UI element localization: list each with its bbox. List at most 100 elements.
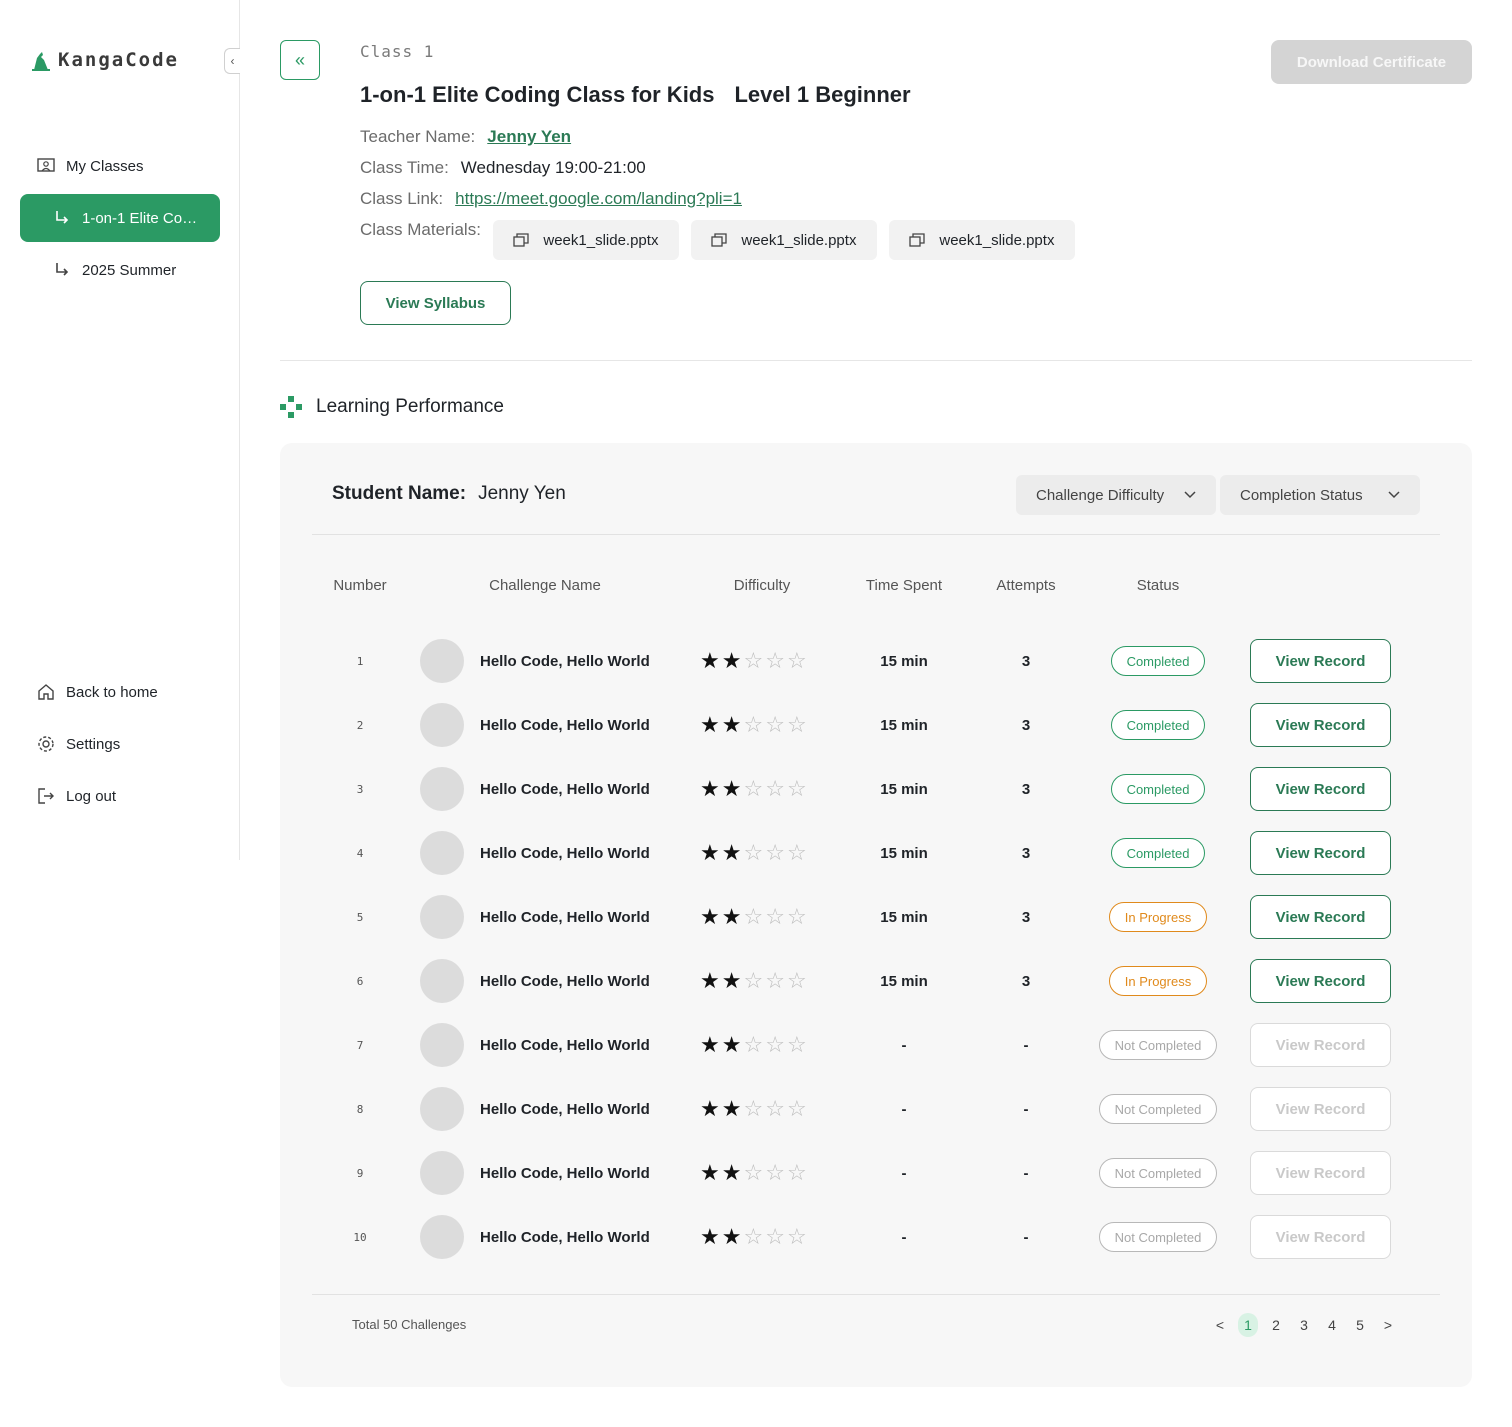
star-filled-icon: ★ (721, 1224, 742, 1249)
time-spent: 15 min (880, 652, 928, 670)
view-record-button: View Record (1250, 1023, 1391, 1067)
back-button[interactable]: « (280, 40, 320, 80)
sidebar-item-2025-summer[interactable]: 2025 Summer (20, 246, 220, 294)
status-cell: Completed (1080, 831, 1236, 875)
challenge-number: 2 (356, 718, 364, 732)
star-empty-icon: ☆ (786, 776, 807, 801)
column-header-attempts: Attempts (996, 577, 1056, 594)
collapse-sidebar-button[interactable]: ‹ (224, 48, 240, 74)
sidebar-item-active-class[interactable]: 1-on-1 Elite Cod··· (20, 194, 220, 242)
class-link-row: Class Link: https://meet.google.com/land… (360, 189, 742, 209)
filter-label: Challenge Difficulty (1036, 486, 1165, 504)
column-header-difficulty: Difficulty (733, 577, 791, 594)
material-file[interactable]: week1_slide.pptx (888, 220, 1075, 260)
star-empty-icon: ☆ (765, 648, 785, 673)
challenge-name: Hello Code, Hello World (480, 652, 650, 670)
chevron-down-icon (1184, 491, 1196, 499)
time-spent: - (901, 1036, 907, 1054)
completion-status-filter[interactable]: Completion Status (1220, 475, 1420, 515)
table-row: 1 Hello Code, Hello World ★ ★ ☆ ☆ ☆ 15 min 3 Comp… (280, 639, 1472, 683)
sidebar-item-back-home[interactable]: Back to home (20, 668, 220, 716)
sidebar-item-logout[interactable]: Log out (20, 772, 220, 820)
challenge-avatar (420, 895, 464, 939)
pager-page[interactable]: 4 (1322, 1313, 1342, 1337)
status-badge: Completed (1110, 710, 1206, 740)
pager-page[interactable]: 5 (1350, 1313, 1370, 1337)
star-filled-icon: ★ (700, 1032, 720, 1057)
material-filename: week1_slide.pptx (741, 231, 857, 249)
table-row: 6 Hello Code, Hello World ★ ★ ☆ ☆ ☆ 15 min 3 In P… (280, 959, 1472, 1003)
challenge-name: Hello Code, Hello World (480, 844, 650, 862)
material-file[interactable]: week1_slide.pptx (492, 220, 679, 260)
challenge-avatar (420, 767, 464, 811)
filter-label: Completion Status (1240, 486, 1363, 504)
challenge-name: Hello Code, Hello World (480, 716, 650, 734)
difficulty-stars: ★ ★ ☆ ☆ ☆ (700, 1023, 824, 1067)
challenge-name: Hello Code, Hello World (480, 1100, 650, 1118)
star-empty-icon: ☆ (786, 1160, 807, 1185)
class-level: Level 1 Beginner (734, 82, 911, 107)
panel-divider (312, 534, 1440, 535)
challenge-name: Hello Code, Hello World (480, 780, 650, 798)
classroom-icon (36, 156, 56, 176)
star-empty-icon: ☆ (743, 1160, 764, 1185)
time-spent: 15 min (880, 844, 928, 862)
material-filename: week1_slide.pptx (543, 231, 659, 249)
file-copy-icon (513, 233, 530, 247)
star-empty-icon: ☆ (743, 1096, 764, 1121)
view-record-button: View Record (1250, 1215, 1391, 1259)
material-file[interactable]: week1_slide.pptx (690, 220, 877, 260)
status-badge: Completed (1110, 646, 1206, 676)
status-cell: Completed (1080, 767, 1236, 811)
time-spent: 15 min (880, 972, 928, 990)
time-spent: 15 min (880, 780, 928, 798)
pager-next[interactable]: > (1378, 1313, 1398, 1337)
attempts: 3 (1021, 972, 1031, 990)
class-link[interactable]: https://meet.google.com/landing?pli=1 (455, 189, 742, 209)
sidebar-item-label: Settings (66, 735, 121, 753)
page-title: 1-on-1 Elite Coding Class for Kids Level… (360, 82, 911, 108)
challenge-number: 9 (356, 1166, 364, 1180)
view-record-button[interactable]: View Record (1250, 895, 1391, 939)
star-empty-icon: ☆ (743, 1032, 764, 1057)
star-empty-icon: ☆ (765, 1160, 785, 1185)
sidebar-item-label: Back to home (66, 683, 158, 701)
star-filled-icon: ★ (700, 1224, 720, 1249)
pager-page[interactable]: 2 (1266, 1313, 1286, 1337)
pager-page[interactable]: 3 (1294, 1313, 1314, 1337)
star-empty-icon: ☆ (786, 968, 807, 993)
pager-page[interactable]: 1 (1238, 1313, 1258, 1337)
file-copy-icon (909, 233, 926, 247)
sidebar-item-settings[interactable]: Settings (20, 720, 220, 768)
brand-logo[interactable]: KangaCode (30, 48, 179, 72)
challenge-avatar (420, 1215, 464, 1259)
sidebar-item-my-classes[interactable]: My Classes (20, 142, 220, 190)
chevron-down-icon (1388, 491, 1400, 499)
difficulty-stars: ★ ★ ☆ ☆ ☆ (700, 1215, 824, 1259)
star-empty-icon: ☆ (765, 968, 785, 993)
table-row: 8 Hello Code, Hello World ★ ★ ☆ ☆ ☆ - - Not Compl… (280, 1087, 1472, 1131)
challenge-avatar (420, 1023, 464, 1067)
sidebar-item-label: My Classes (66, 157, 144, 175)
challenge-name: Hello Code, Hello World (480, 908, 650, 926)
download-certificate-button[interactable]: Download Certificate (1271, 40, 1472, 84)
star-filled-icon: ★ (721, 1096, 742, 1121)
view-record-button[interactable]: View Record (1250, 959, 1391, 1003)
pagination: < 1 2 3 4 5 > (1210, 1313, 1398, 1337)
view-record-button[interactable]: View Record (1250, 831, 1391, 875)
view-record-button[interactable]: View Record (1250, 703, 1391, 747)
challenge-number: 6 (356, 974, 364, 988)
view-record-button[interactable]: View Record (1250, 767, 1391, 811)
pager-prev[interactable]: < (1210, 1313, 1230, 1337)
table-row: 9 Hello Code, Hello World ★ ★ ☆ ☆ ☆ - - Not Compl… (280, 1151, 1472, 1195)
class-materials-label: Class Materials: (360, 220, 481, 239)
view-record-button[interactable]: View Record (1250, 639, 1391, 683)
star-empty-icon: ☆ (743, 776, 764, 801)
table-row: 4 Hello Code, Hello World ★ ★ ☆ ☆ ☆ 15 min 3 Comp… (280, 831, 1472, 875)
time-spent: - (901, 1100, 907, 1118)
challenge-difficulty-filter[interactable]: Challenge Difficulty (1016, 475, 1216, 515)
status-badge: Not Completed (1098, 1094, 1218, 1124)
teacher-link[interactable]: Jenny Yen (487, 127, 571, 147)
home-icon (36, 682, 56, 702)
view-syllabus-button[interactable]: View Syllabus (360, 281, 511, 325)
